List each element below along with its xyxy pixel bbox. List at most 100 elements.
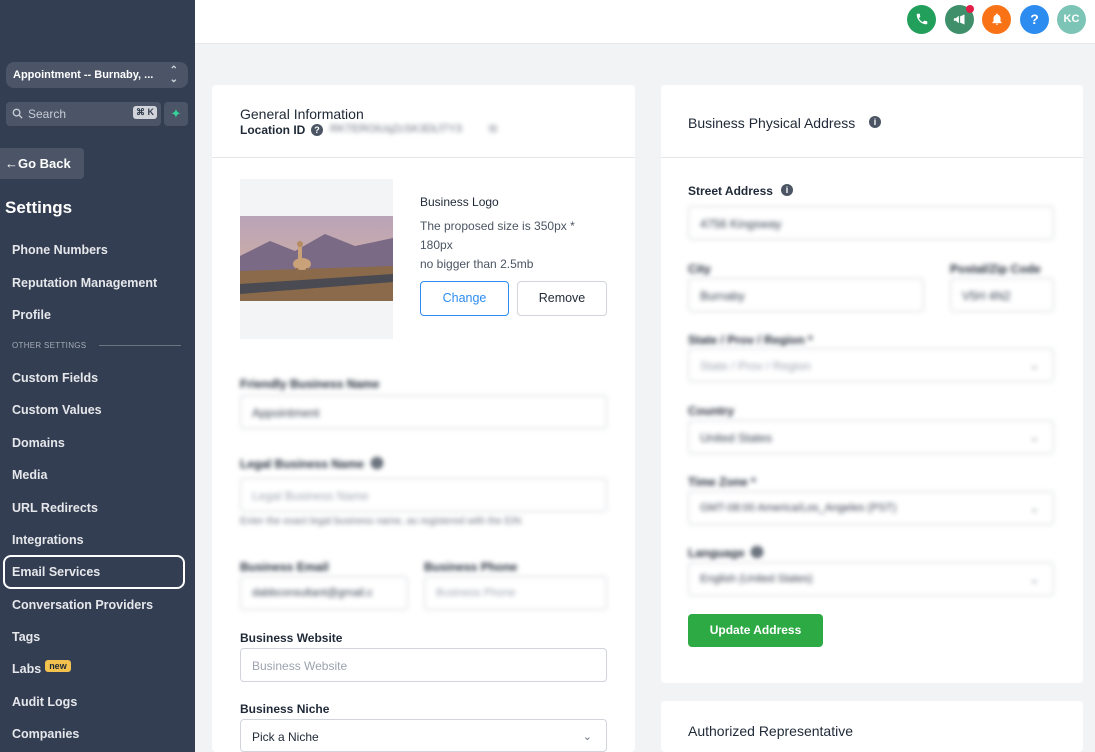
language-value: English (United States) (700, 573, 813, 585)
sidebar-item-profile[interactable]: Profile (12, 308, 51, 322)
legal-name-label: Legal Business Name (240, 457, 365, 471)
chevron-down-icon: ⌄ (1029, 360, 1039, 372)
business-address-card: Business Physical Address i Street Addre… (661, 85, 1083, 683)
sidebar-item-integrations[interactable]: Integrations (12, 533, 84, 547)
chevron-down-icon: ⌄ (1029, 574, 1039, 586)
remove-logo-button[interactable]: Remove (517, 281, 607, 316)
section-label-other-settings: OTHER SETTINGS (12, 341, 87, 350)
business-niche-label: Business Niche (240, 702, 330, 716)
sidebar-item-reputation-management[interactable]: Reputation Management (12, 276, 157, 290)
notifications-button[interactable] (982, 5, 1011, 34)
street-address-label: Street Address (688, 184, 773, 198)
info-icon: i (371, 457, 383, 469)
timezone-label: Time Zone * (688, 475, 756, 489)
sidebar-item-media[interactable]: Media (12, 468, 47, 482)
search-icon (12, 108, 23, 119)
phone-icon (916, 13, 927, 25)
timezone-select[interactable]: GMT-08:00 America/Los_Angeles (PST) ⌄ (688, 491, 1054, 525)
chevron-down-icon: ⌄ (1029, 503, 1039, 515)
authorized-representative-title: Authorized Representative (688, 723, 853, 739)
state-value: State / Prov / Region (700, 359, 811, 373)
country-label: Country (688, 404, 734, 418)
business-phone-input[interactable]: Business Phone (424, 576, 607, 610)
arrow-left-icon: ← (5, 156, 18, 171)
business-email-label: Business Email (240, 560, 329, 574)
timezone-value: GMT-08:00 America/Los_Angeles (PST) (700, 502, 897, 514)
general-information-card: General Information Location ID ? RKTERO… (212, 85, 635, 752)
friendly-name-input[interactable]: Appointment (240, 395, 607, 429)
business-phone-label: Business Phone (424, 560, 518, 574)
copy-icon[interactable]: ⧉ (489, 123, 497, 136)
logo-size-note-3: no bigger than 2.5mb (420, 257, 534, 271)
info-icon: i (781, 184, 793, 196)
location-switcher[interactable]: Appointment -- Burnaby, ... ⌃ ⌄ (6, 62, 188, 88)
friendly-name-label: Friendly Business Name (240, 377, 380, 391)
sidebar-item-custom-fields[interactable]: Custom Fields (12, 371, 98, 385)
location-name: Appointment -- Burnaby, ... (13, 69, 154, 81)
business-email-input[interactable]: dabbconsultant@gmail.c (240, 576, 408, 610)
go-back-button[interactable]: ←Go Back (0, 148, 84, 179)
authorized-representative-card: Authorized Representative (661, 701, 1083, 752)
country-select[interactable]: United States ⌄ (688, 420, 1054, 454)
chevron-up-down-icon: ⌃ ⌄ (169, 65, 178, 85)
location-id-label: Location ID (240, 123, 306, 137)
announcements-button[interactable] (945, 5, 974, 34)
business-niche-select[interactable]: Pick a Niche ⌄ (240, 719, 607, 752)
postal-code-input[interactable]: V5H 4N2 (950, 278, 1054, 312)
postal-code-label: Postal/Zip Code (950, 262, 1041, 276)
city-input[interactable]: Burnaby (688, 278, 924, 312)
sidebar-item-phone-numbers[interactable]: Phone Numbers (12, 243, 108, 257)
city-label: City (688, 262, 711, 276)
sidebar-item-email-services[interactable]: Email Services (12, 565, 100, 579)
state-select[interactable]: State / Prov / Region ⌄ (688, 348, 1054, 382)
business-address-title: Business Physical Address (688, 115, 856, 131)
sidebar-item-custom-values[interactable]: Custom Values (12, 403, 102, 417)
info-icon: i (869, 116, 881, 128)
language-label: Language (688, 546, 745, 560)
sidebar: Appointment -- Burnaby, ... ⌃ ⌄ Search ⌘ … (0, 0, 195, 752)
help-icon: ? (311, 124, 323, 136)
section-divider (99, 345, 181, 346)
business-website-label: Business Website (240, 631, 343, 645)
sidebar-item-tags[interactable]: Tags (12, 630, 40, 644)
chevron-down-icon: ⌄ (1029, 432, 1039, 444)
logo-size-note-2: 180px (420, 238, 453, 252)
sidebar-item-url-redirects[interactable]: URL Redirects (12, 501, 98, 515)
chevron-down-icon: ⌄ (582, 731, 592, 743)
help-button[interactable]: ? (1020, 5, 1049, 34)
language-select[interactable]: English (United States) ⌄ (688, 562, 1054, 596)
megaphone-icon (953, 14, 965, 25)
question-mark-icon: ? (1030, 11, 1039, 27)
sidebar-item-domains[interactable]: Domains (12, 436, 65, 450)
top-bar: ? KC (195, 0, 1095, 44)
business-website-input[interactable]: Business Website (240, 648, 607, 682)
bell-icon (991, 13, 1002, 25)
sidebar-item-audit-logs[interactable]: Audit Logs (12, 695, 77, 709)
search-shortcut: ⌘ K (133, 106, 157, 119)
update-address-button[interactable]: Update Address (688, 614, 823, 647)
street-address-input[interactable]: 4756 Kingsway (688, 206, 1054, 240)
ai-sparkle-button[interactable]: ✦ (164, 102, 188, 126)
sidebar-item-labs[interactable]: Labs new (12, 660, 71, 676)
change-logo-button[interactable]: Change (420, 281, 509, 316)
location-id-value: RKTEROiUqZcSK3DLf7Y3 (330, 123, 463, 135)
go-back-label: Go Back (18, 156, 71, 171)
avatar[interactable]: KC (1057, 5, 1086, 34)
sidebar-item-companies[interactable]: Companies (12, 727, 79, 741)
sidebar-item-conversation-providers[interactable]: Conversation Providers (12, 598, 153, 612)
search-placeholder: Search (28, 107, 67, 121)
legal-name-input[interactable]: Legal Business Name (240, 478, 607, 512)
info-icon: i (751, 546, 763, 558)
search-input[interactable]: Search ⌘ K (6, 102, 161, 126)
legal-name-help: Enter the exact legal business name, as … (240, 516, 522, 527)
card-header-divider (661, 157, 1083, 158)
country-value: United States (700, 431, 773, 445)
phone-button[interactable] (907, 5, 936, 34)
logo-preview (240, 179, 393, 339)
card-header-divider (212, 157, 635, 158)
business-logo-title: Business Logo (420, 195, 499, 209)
general-information-title: General Information (240, 106, 364, 122)
logo-size-note-1: The proposed size is 350px * (420, 219, 575, 233)
logo-image (240, 216, 393, 301)
sparkle-icon: ✦ (170, 106, 182, 121)
